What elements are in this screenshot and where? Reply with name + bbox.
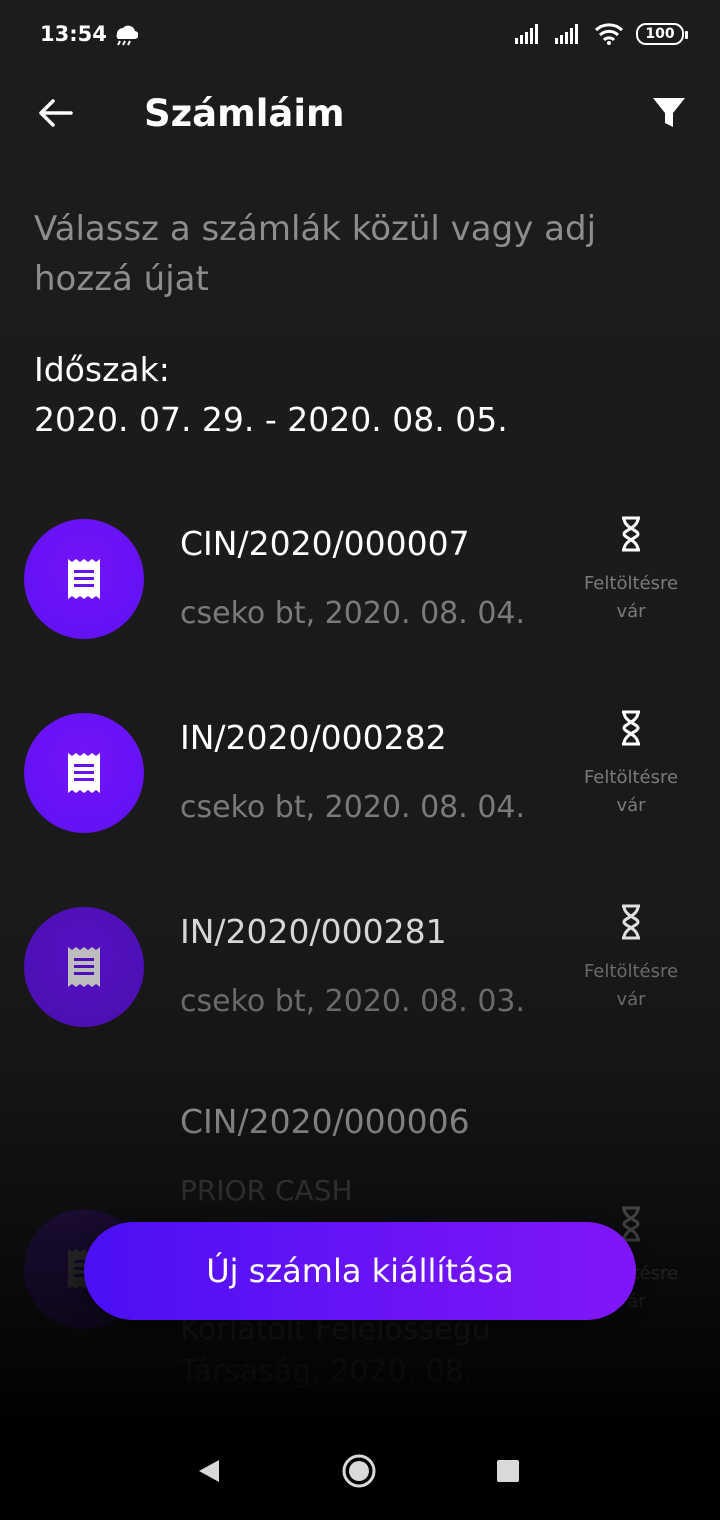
invoice-list-item[interactable]: IN/2020/000282 cseko bt, 2020. 08. 04. F… xyxy=(0,704,720,854)
nav-recents-icon[interactable] xyxy=(497,1460,519,1482)
hourglass-icon xyxy=(622,710,640,746)
invoice-number: IN/2020/000281 xyxy=(180,912,447,951)
new-invoice-button[interactable]: Új számla kiállítása xyxy=(84,1222,636,1320)
invoice-avatar xyxy=(24,519,144,639)
invoice-avatar xyxy=(24,713,144,833)
period-range: 2020. 07. 29. - 2020. 08. 05. xyxy=(34,400,508,439)
receipt-icon xyxy=(68,753,100,793)
invoice-meta: cseko bt, 2020. 08. 04. xyxy=(180,790,526,825)
invoice-number: CIN/2020/000007 xyxy=(180,524,470,563)
invoice-meta-line: PRIOR CASH xyxy=(180,1174,353,1207)
signal-icon xyxy=(515,24,538,44)
period-label: Időszak: xyxy=(34,350,170,389)
hourglass-icon xyxy=(622,516,640,552)
status-icons: 100 xyxy=(514,22,688,46)
invoice-meta: cseko bt, 2020. 08. 04. xyxy=(180,596,526,631)
invoice-status: Feltöltésre vár xyxy=(570,710,692,820)
screen: 13:54 100 Számláim Válassz a számlák köz… xyxy=(0,0,720,1520)
filter-icon xyxy=(653,98,685,127)
weather-icon xyxy=(116,25,138,46)
invoice-status: Feltöltésre vár xyxy=(570,516,692,626)
status-label: Feltöltésre vár xyxy=(583,767,679,816)
nav-back-icon[interactable] xyxy=(196,1458,222,1484)
receipt-icon xyxy=(68,947,100,987)
system-nav-bar xyxy=(0,1420,720,1520)
invoice-number: CIN/2020/000006 xyxy=(180,1102,470,1141)
status-label: Feltöltésre vár xyxy=(583,573,679,622)
back-button[interactable] xyxy=(30,88,80,138)
invoice-meta: cseko bt, 2020. 08. 03. xyxy=(180,984,526,1019)
page-title: Számláim xyxy=(144,92,345,135)
arrow-left-icon xyxy=(39,99,73,127)
nav-home-icon[interactable] xyxy=(342,1454,376,1488)
hourglass-icon xyxy=(622,904,640,940)
status-bar: 13:54 100 xyxy=(0,0,720,70)
signal-icon xyxy=(555,24,578,44)
invoice-avatar xyxy=(24,907,144,1027)
battery-level: 100 xyxy=(645,26,675,42)
receipt-icon xyxy=(68,559,100,599)
status-time: 13:54 xyxy=(40,22,107,46)
app-header: Számláim xyxy=(0,70,720,156)
invoice-status: Feltöltésre vár xyxy=(570,904,692,1014)
instructions-text: Válassz a számlák közül vagy adj hozzá ú… xyxy=(34,209,597,299)
filter-button[interactable] xyxy=(644,88,694,138)
invoice-meta-line: Társaság, 2020. 08. xyxy=(180,1354,474,1389)
status-label: Feltöltésre vár xyxy=(583,961,679,1010)
battery-icon: 100 xyxy=(636,23,688,45)
invoice-number: IN/2020/000282 xyxy=(180,718,447,757)
invoice-list-item[interactable]: CIN/2020/000007 cseko bt, 2020. 08. 04. … xyxy=(0,510,720,660)
wifi-icon xyxy=(594,23,624,45)
invoice-list-item[interactable]: IN/2020/000281 cseko bt, 2020. 08. 03. F… xyxy=(0,898,720,1048)
